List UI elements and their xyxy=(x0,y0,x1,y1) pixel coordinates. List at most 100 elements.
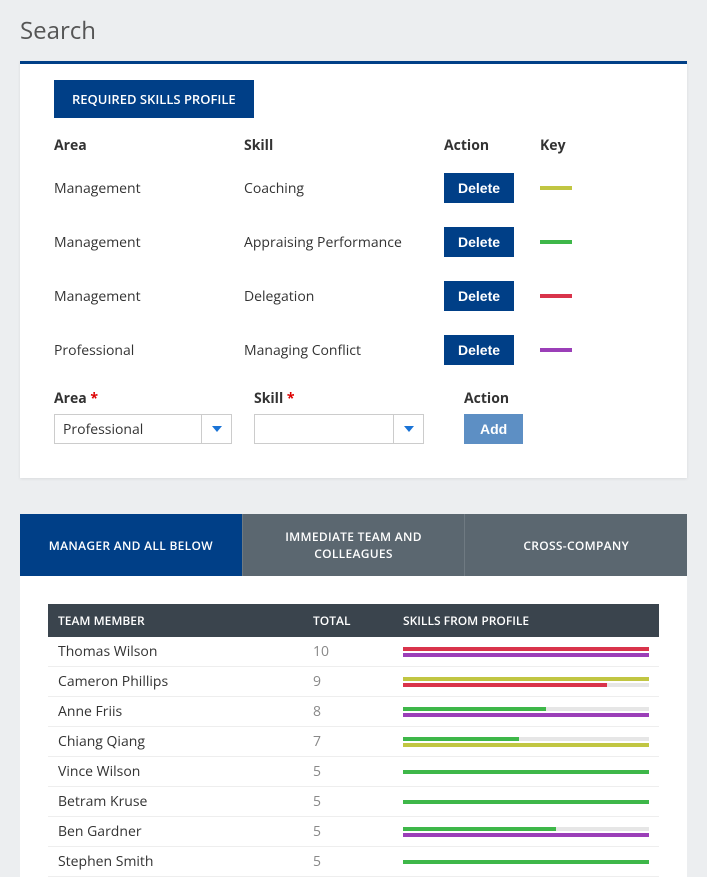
scope-tabs: MANAGER AND ALL BELOWIMMEDIATE TEAM AND … xyxy=(20,514,687,576)
skill-bar-fill xyxy=(403,713,649,717)
team-member-name: Stephen Smith xyxy=(58,852,313,871)
skill-bar xyxy=(403,647,649,651)
skill-bar-fill xyxy=(403,653,649,657)
action-form-label: Action xyxy=(464,389,523,408)
skill-select[interactable] xyxy=(254,414,424,444)
team-table-header: TEAM MEMBER TOTAL SKILLS FROM PROFILE xyxy=(48,604,659,637)
team-member-name: Betram Kruse xyxy=(58,792,313,811)
skill-bar xyxy=(403,737,649,741)
page-title: Search xyxy=(0,0,707,61)
required-skills-profile-button[interactable]: REQUIRED SKILLS PROFILE xyxy=(54,80,254,118)
skill-row-skill: Appraising Performance xyxy=(244,233,444,252)
team-member-name: Vince Wilson xyxy=(58,762,313,781)
table-row: Stephen Smith5 xyxy=(48,847,659,877)
skill-bar-fill xyxy=(403,737,519,741)
scope-tab[interactable]: IMMEDIATE TEAM AND COLLEAGUES xyxy=(243,514,466,576)
skill-bar xyxy=(403,713,649,717)
table-row: Cameron Phillips9 xyxy=(48,667,659,697)
skill-row: ManagementAppraising PerformanceDelete xyxy=(54,227,653,257)
key-swatch xyxy=(540,294,572,298)
key-swatch xyxy=(540,348,572,352)
table-row: Chiang Qiang7 xyxy=(48,727,659,757)
add-button[interactable]: Add xyxy=(464,414,523,444)
area-select-label: Area * xyxy=(54,389,244,408)
required-mark: * xyxy=(90,389,98,408)
skill-bar-fill xyxy=(403,677,649,681)
skill-row: ProfessionalManaging ConflictDelete xyxy=(54,335,653,365)
skill-bars xyxy=(403,647,649,657)
skill-row-skill: Managing Conflict xyxy=(244,341,444,360)
team-member-total: 5 xyxy=(313,852,403,871)
required-skills-panel: REQUIRED SKILLS PROFILE Area Skill Actio… xyxy=(20,61,687,478)
key-swatch xyxy=(540,186,572,190)
area-select[interactable]: Professional xyxy=(54,414,232,444)
skill-row-skill: Coaching xyxy=(244,179,444,198)
header-key: Key xyxy=(540,136,576,155)
delete-button[interactable]: Delete xyxy=(444,173,514,203)
skill-bar-fill xyxy=(403,743,649,747)
table-row: Vince Wilson5 xyxy=(48,757,659,787)
skill-bar-fill xyxy=(403,647,649,651)
team-member-name: Anne Friis xyxy=(58,702,313,721)
skill-bars xyxy=(403,800,649,804)
skill-select-trigger[interactable] xyxy=(393,415,423,443)
team-member-total: 5 xyxy=(313,762,403,781)
scope-tab[interactable]: CROSS-COMPANY xyxy=(465,514,687,576)
table-row: Thomas Wilson10 xyxy=(48,637,659,667)
skill-bar-fill xyxy=(403,800,649,804)
skill-bar xyxy=(403,743,649,747)
skill-bar-fill xyxy=(403,833,649,837)
key-swatch xyxy=(540,240,572,244)
add-skill-form: Area * Professional Skill * Action Add xyxy=(54,389,653,444)
team-member-total: 10 xyxy=(313,642,403,661)
chevron-down-icon xyxy=(212,426,222,432)
skill-bar xyxy=(403,707,649,711)
skill-bar-fill xyxy=(403,683,607,687)
skills-table-header: Area Skill Action Key xyxy=(54,136,653,155)
skill-bar xyxy=(403,833,649,837)
table-row: Betram Kruse5 xyxy=(48,787,659,817)
required-mark: * xyxy=(287,389,295,408)
area-select-trigger[interactable] xyxy=(201,415,231,443)
skill-row-area: Management xyxy=(54,287,244,306)
skill-row-area: Management xyxy=(54,179,244,198)
skill-bar xyxy=(403,800,649,804)
delete-button[interactable]: Delete xyxy=(444,335,514,365)
skill-bar-fill xyxy=(403,827,556,831)
team-member-total: 5 xyxy=(313,792,403,811)
skill-bars xyxy=(403,860,649,864)
table-row: Anne Friis8 xyxy=(48,697,659,727)
team-member-total: 7 xyxy=(313,732,403,751)
skill-bars xyxy=(403,827,649,837)
table-row: Ben Gardner5 xyxy=(48,817,659,847)
scope-tab[interactable]: MANAGER AND ALL BELOW xyxy=(20,514,243,576)
team-member-name: Chiang Qiang xyxy=(58,732,313,751)
team-member-total: 8 xyxy=(313,702,403,721)
skill-bars xyxy=(403,737,649,747)
team-member-total: 9 xyxy=(313,672,403,691)
skill-bar-fill xyxy=(403,707,546,711)
skill-bars xyxy=(403,677,649,687)
skill-bars xyxy=(403,707,649,717)
header-skills: SKILLS FROM PROFILE xyxy=(403,612,649,629)
header-total: TOTAL xyxy=(313,612,403,629)
skill-bar-fill xyxy=(403,770,649,774)
header-team-member: TEAM MEMBER xyxy=(58,612,313,629)
skill-bar xyxy=(403,860,649,864)
skill-row: ManagementCoachingDelete xyxy=(54,173,653,203)
header-action: Action xyxy=(444,136,540,155)
header-skill: Skill xyxy=(244,136,444,155)
skill-bar xyxy=(403,683,649,687)
skill-bar xyxy=(403,770,649,774)
delete-button[interactable]: Delete xyxy=(444,227,514,257)
team-member-name: Ben Gardner xyxy=(58,822,313,841)
skill-select-label: Skill * xyxy=(254,389,454,408)
delete-button[interactable]: Delete xyxy=(444,281,514,311)
skill-bar xyxy=(403,827,649,831)
team-member-total: 5 xyxy=(313,822,403,841)
team-member-name: Cameron Phillips xyxy=(58,672,313,691)
skill-row-area: Professional xyxy=(54,341,244,360)
team-table-panel: TEAM MEMBER TOTAL SKILLS FROM PROFILE Th… xyxy=(20,576,687,877)
skill-bar xyxy=(403,677,649,681)
skill-row-area: Management xyxy=(54,233,244,252)
